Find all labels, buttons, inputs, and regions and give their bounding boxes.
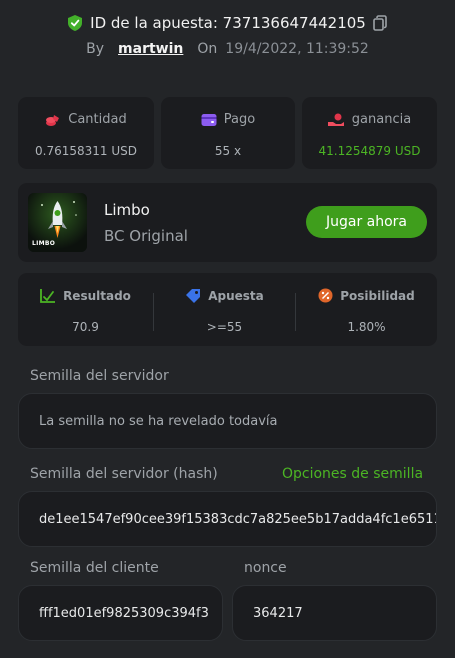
play-now-button[interactable]: Jugar ahora	[306, 206, 427, 238]
result-value: 70.9	[72, 320, 99, 334]
result-label-row: Resultado	[40, 288, 131, 303]
profit-label: ganancia	[351, 112, 412, 127]
bet-id-label: ID de la apuesta: 737136647442105	[90, 14, 366, 32]
server-hash-field[interactable]: de1ee1547ef90cee39f15383cdc7a825ee5b17ad…	[18, 491, 437, 547]
chart-check-icon	[40, 289, 56, 303]
chance-label: Posibilidad	[340, 288, 415, 303]
thumb-logo-text: LIMBO	[32, 240, 56, 247]
result-card: Resultado 70.9 Apuesta >=55 Posibilidad …	[18, 273, 437, 346]
bet-meta-row: By martwin On 19/4/2022, 11:39:52	[0, 41, 455, 57]
server-hash-value: de1ee1547ef90cee39f15383cdc7a825ee5b17ad…	[39, 511, 437, 527]
payout-label: Pago	[223, 112, 256, 127]
amount-label-row: Cantidad	[45, 112, 127, 127]
chance-column: Posibilidad 1.80%	[296, 273, 437, 346]
profit-card: ganancia 41.1254879 USD	[302, 97, 437, 169]
amount-value: 0.76158311 USD	[35, 144, 137, 158]
payout-label-row: Pago	[201, 112, 255, 127]
coins-icon	[46, 114, 60, 126]
chance-label-row: Posibilidad	[318, 288, 415, 303]
shield-check-icon	[68, 15, 83, 31]
server-hash-label: Semilla del servidor (hash)	[30, 466, 218, 482]
client-seed-value: fff1ed01ef9825309c394f3	[39, 605, 209, 621]
bet-label-row: Apuesta	[185, 288, 264, 303]
server-seed-field[interactable]: La semilla no se ha revelado todavía	[18, 393, 437, 449]
result-column: Resultado 70.9	[18, 273, 153, 346]
amount-label: Cantidad	[68, 112, 127, 127]
profit-label-row: ganancia	[327, 112, 412, 127]
nonce-label: nonce	[244, 560, 287, 576]
server-seed-label: Semilla del servidor	[30, 368, 169, 384]
nonce-value: 364217	[253, 605, 303, 621]
bet-column: Apuesta >=55	[154, 273, 295, 346]
client-seed-field[interactable]: fff1ed01ef9825309c394f3	[18, 585, 223, 641]
username-link[interactable]: martwin	[118, 41, 183, 57]
result-label: Resultado	[63, 288, 131, 303]
copy-icon[interactable]	[373, 15, 387, 31]
seed-options-link[interactable]: Opciones de semilla	[282, 466, 423, 482]
bet-id-row: ID de la apuesta: 737136647442105	[0, 14, 455, 32]
game-thumbnail[interactable]: LIMBO	[28, 193, 87, 252]
payout-card: Pago 55 x	[161, 97, 295, 169]
bet-value: >=55	[206, 320, 243, 334]
percent-icon	[318, 288, 333, 303]
amount-card: Cantidad 0.76158311 USD	[18, 97, 154, 169]
server-seed-value: La semilla no se ha revelado todavía	[39, 413, 278, 429]
tag-icon	[186, 289, 201, 303]
chance-value: 1.80%	[347, 320, 386, 334]
bet-label: Apuesta	[208, 288, 264, 303]
bet-date: 19/4/2022, 11:39:52	[225, 41, 369, 57]
by-label: By	[86, 41, 105, 57]
profit-value: 41.1254879 USD	[318, 144, 421, 158]
client-seed-label: Semilla del cliente	[30, 560, 159, 576]
on-label: On	[197, 41, 218, 57]
nonce-field[interactable]: 364217	[232, 585, 437, 641]
game-card: LIMBO Limbo BC Original Jugar ahora	[18, 183, 437, 262]
payout-value: 55 x	[214, 144, 242, 158]
hand-coin-icon	[327, 113, 344, 126]
game-name: Limbo	[104, 201, 150, 219]
wallet-icon	[201, 113, 217, 126]
game-subtitle: BC Original	[104, 227, 188, 245]
